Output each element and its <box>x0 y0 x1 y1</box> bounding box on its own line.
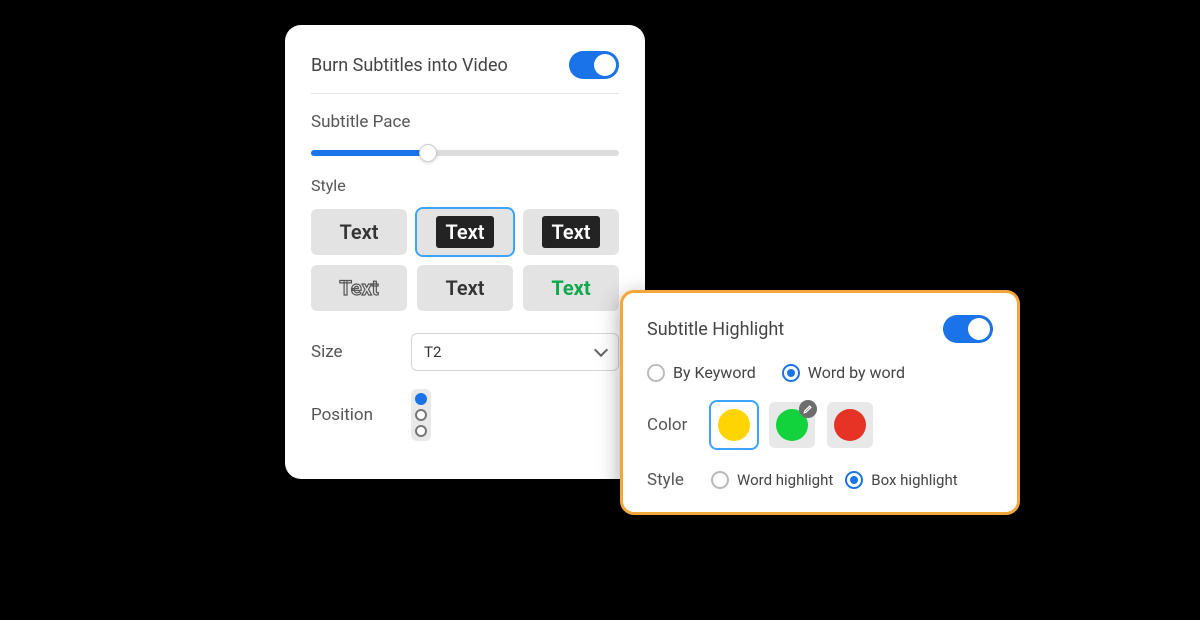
style-option-3-text: Text <box>542 216 601 248</box>
style-grid: Text Text Text Text Text Text <box>311 209 619 311</box>
color-swatch-red[interactable] <box>827 402 873 448</box>
position-row: Position <box>311 389 619 441</box>
radio-icon <box>782 364 800 382</box>
style-box-highlight-label: Box highlight <box>871 471 957 489</box>
burn-toggle-label: Burn Subtitles into Video <box>311 55 508 76</box>
swatch-icon <box>834 409 866 441</box>
pace-label: Subtitle Pace <box>311 112 619 132</box>
position-top[interactable] <box>415 393 427 405</box>
radio-icon <box>711 471 729 489</box>
burn-toggle-row: Burn Subtitles into Video <box>311 51 619 79</box>
highlight-popover: Subtitle Highlight By Keyword Word by wo… <box>620 290 1020 515</box>
style-option-5[interactable]: Text <box>417 265 513 311</box>
slider-thumb[interactable] <box>419 144 437 162</box>
size-row: Size T2 <box>311 333 619 371</box>
color-label: Color <box>647 415 699 435</box>
position-middle[interactable] <box>415 409 427 421</box>
style-option-1[interactable]: Text <box>311 209 407 255</box>
swatch-icon <box>718 409 750 441</box>
edit-icon[interactable] <box>799 400 817 418</box>
style-option-6[interactable]: Text <box>523 265 619 311</box>
position-grid <box>411 389 431 441</box>
position-label: Position <box>311 405 391 425</box>
slider-fill <box>311 150 428 156</box>
style-word-highlight-label: Word highlight <box>737 471 833 489</box>
divider <box>311 93 619 94</box>
size-label: Size <box>311 342 391 362</box>
mode-by-keyword[interactable]: By Keyword <box>647 363 756 382</box>
chevron-down-icon <box>594 343 608 357</box>
style-option-2-text: Text <box>436 216 495 248</box>
radio-icon <box>647 364 665 382</box>
highlight-mode-row: By Keyword Word by word <box>647 363 993 382</box>
toggle-knob <box>594 54 616 76</box>
pace-slider[interactable] <box>311 150 619 156</box>
style-option-4[interactable]: Text <box>311 265 407 311</box>
style-box-highlight[interactable]: Box highlight <box>845 471 957 489</box>
style-word-highlight[interactable]: Word highlight <box>711 471 833 489</box>
mode-word-by-word-label: Word by word <box>808 363 905 382</box>
style-option-2[interactable]: Text <box>417 209 513 255</box>
mode-by-keyword-label: By Keyword <box>673 363 756 382</box>
radio-icon <box>845 471 863 489</box>
highlight-header: Subtitle Highlight <box>647 315 993 343</box>
highlight-style-row: Style Word highlight Box highlight <box>647 470 993 490</box>
size-value: T2 <box>424 343 441 361</box>
highlight-toggle[interactable] <box>943 315 993 343</box>
toggle-knob <box>968 318 990 340</box>
highlight-title: Subtitle Highlight <box>647 319 784 340</box>
pace-section: Subtitle Pace <box>311 112 619 156</box>
mode-word-by-word[interactable]: Word by word <box>782 363 905 382</box>
size-select[interactable]: T2 <box>411 333 619 371</box>
color-swatch-yellow[interactable] <box>711 402 757 448</box>
color-swatch-green[interactable] <box>769 402 815 448</box>
style-option-3[interactable]: Text <box>523 209 619 255</box>
style-label: Style <box>311 176 619 195</box>
highlight-style-label: Style <box>647 470 699 490</box>
burn-toggle[interactable] <box>569 51 619 79</box>
highlight-color-row: Color <box>647 402 993 448</box>
subtitle-settings-panel: Burn Subtitles into Video Subtitle Pace … <box>285 25 645 479</box>
position-bottom[interactable] <box>415 425 427 437</box>
